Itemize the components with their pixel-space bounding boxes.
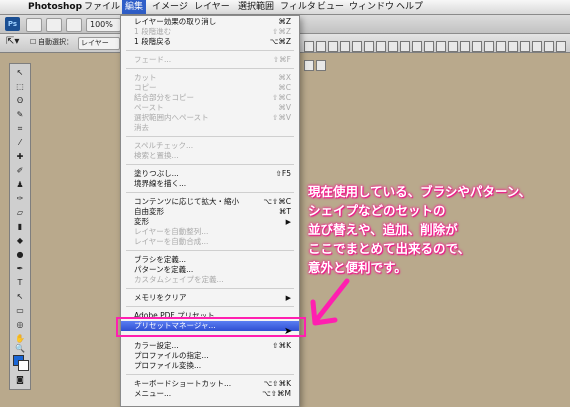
menu-item-auto-align[interactable]: レイヤーを自動整列...: [121, 227, 299, 237]
menu-select[interactable]: 選択範囲: [238, 0, 274, 14]
menu-separator: [126, 306, 294, 307]
menu-layer[interactable]: レイヤー: [194, 0, 230, 14]
quick-select-icon[interactable]: ✎: [13, 110, 27, 120]
menu-item-paste[interactable]: ペースト ⌘V: [121, 103, 299, 113]
submenu-arrow-icon: ▶: [285, 294, 291, 302]
hand-tool-icon[interactable]: [66, 18, 82, 32]
annotation-arrow-icon: [310, 278, 350, 326]
edit-menu-dropdown: レイヤー効果の取り消し ⌘Z 1 段階進む ⇧⌘Z 1 段階戻る ⌥⌘Z フェード..…: [120, 15, 300, 407]
menu-separator: [126, 68, 294, 69]
hand-tool-icon[interactable]: ✋: [13, 334, 27, 344]
toolbox: ↖ ⬚ ʘ ✎ ⌗ ⁄ ✚ ✐ ♟ ✑ ▱ ▮ ◆ ● ✒ T ↖ ▭ ◎ ✋ …: [9, 63, 31, 390]
callout-line: 現在使用している、ブラシやパターン、: [308, 184, 532, 199]
submenu-arrow-icon: ▶: [285, 218, 291, 226]
menu-file[interactable]: ファイル: [84, 0, 120, 14]
callout-line: ここでまとめて出来るので、: [308, 241, 471, 256]
zoom-select[interactable]: 100%: [86, 18, 121, 32]
app-menu[interactable]: Photoshop: [28, 0, 82, 14]
menu-separator: [126, 250, 294, 251]
menu-item-clear[interactable]: 消去: [121, 123, 299, 133]
menu-separator: [126, 288, 294, 289]
auto-select-checkbox[interactable]: ☐: [30, 37, 36, 48]
menu-item-define-custom-shape[interactable]: カスタムシェイプを定義...: [121, 275, 299, 285]
annotation-highlight-box: [116, 317, 306, 337]
crop-tool-icon[interactable]: ⌗: [13, 124, 27, 134]
quick-mask-icon[interactable]: ◙: [13, 375, 27, 385]
auto-select-dropdown[interactable]: レイヤー: [78, 37, 120, 50]
menu-separator: [126, 192, 294, 193]
menu-separator: [126, 164, 294, 165]
align-buttons[interactable]: [304, 37, 570, 75]
dodge-tool-icon[interactable]: ●: [13, 250, 27, 260]
menu-item-define-brush[interactable]: ブラシを定義...: [121, 255, 299, 265]
menu-edit[interactable]: 編集: [122, 0, 147, 14]
menu-item-content-aware-scale[interactable]: コンテンツに応じて拡大・縮小 ⌥⇧⌘C: [121, 197, 299, 207]
menu-item-define-pattern[interactable]: パターンを定義...: [121, 265, 299, 275]
menu-item-fade[interactable]: フェード... ⇧⌘F: [121, 55, 299, 65]
menu-item-free-transform[interactable]: 自由変形 ⌘T: [121, 207, 299, 217]
eyedropper-icon[interactable]: ⁄: [13, 138, 27, 148]
move-tool-icon[interactable]: ⇱▾: [6, 36, 19, 47]
callout-line: 並び替えや、追加、削除が: [308, 222, 458, 237]
menu-item-menus[interactable]: メニュー... ⌥⇧⌘M: [121, 389, 299, 399]
menu-item-color-settings[interactable]: カラー設定... ⇧⌘K: [121, 341, 299, 351]
bridge-icon[interactable]: [26, 18, 42, 32]
zoom-tool-icon[interactable]: 🔍: [13, 344, 27, 354]
callout-line: 意外と便利です。: [308, 260, 407, 275]
history-brush-icon[interactable]: ✑: [13, 194, 27, 204]
path-select-icon[interactable]: ↖: [13, 292, 27, 302]
callout-line: シェイプなどのセットの: [308, 203, 446, 218]
type-tool-icon[interactable]: T: [13, 278, 27, 288]
menu-item-find-replace[interactable]: 検索と置換...: [121, 151, 299, 161]
annotation-callout: 現在使用している、ブラシやパターン、 シェイプなどのセットの 並び替えや、追加、…: [308, 182, 568, 277]
menu-item-spell-check[interactable]: スペルチェック...: [121, 141, 299, 151]
menu-separator: [126, 136, 294, 137]
menu-item-fill[interactable]: 塗りつぶし... ⇧F5: [121, 169, 299, 179]
menu-item-step-forward[interactable]: 1 段階進む ⇧⌘Z: [121, 27, 299, 37]
menu-item-paste-into[interactable]: 選択範囲内へペースト ⇧⌘V: [121, 113, 299, 123]
menu-item-auto-blend[interactable]: レイヤーを自動合成...: [121, 237, 299, 247]
photoshop-logo: Ps: [5, 17, 20, 31]
marquee-tool-icon[interactable]: ⬚: [13, 82, 27, 92]
menu-separator: [126, 50, 294, 51]
menu-item-stroke[interactable]: 境界線を描く...: [121, 179, 299, 189]
background-color-swatch[interactable]: [18, 360, 29, 371]
lasso-tool-icon[interactable]: ʘ: [13, 96, 27, 106]
menu-item-copy[interactable]: コピー ⌘C: [121, 83, 299, 93]
menu-item-keyboard-shortcuts[interactable]: キーボードショートカット... ⌥⇧⌘K: [121, 379, 299, 389]
menu-separator: [126, 374, 294, 375]
menu-item-transform[interactable]: 変形 ▶: [121, 217, 299, 227]
menu-item-convert-profile[interactable]: プロファイル変換...: [121, 361, 299, 371]
move-tool-icon[interactable]: ↖: [13, 68, 27, 78]
minibridge-icon[interactable]: [46, 18, 62, 32]
menu-window[interactable]: ウィンドウ: [349, 0, 394, 14]
menu-item-copy-merged[interactable]: 結合部分をコピー ⇧⌘C: [121, 93, 299, 103]
healing-brush-icon[interactable]: ✚: [13, 152, 27, 162]
eraser-tool-icon[interactable]: ▱: [13, 208, 27, 218]
stamp-tool-icon[interactable]: ♟: [13, 180, 27, 190]
menu-image[interactable]: イメージ: [152, 0, 188, 14]
brush-tool-icon[interactable]: ✐: [13, 166, 27, 176]
menu-item-assign-profile[interactable]: プロファイルの指定...: [121, 351, 299, 361]
menu-item-step-backward[interactable]: 1 段階戻る ⌥⌘Z: [121, 37, 299, 47]
mouse-cursor-icon: ➤: [284, 326, 293, 337]
menu-filter[interactable]: フィルタ: [280, 0, 316, 14]
menu-help[interactable]: ヘルプ: [396, 0, 423, 14]
pen-tool-icon[interactable]: ✒: [13, 264, 27, 274]
shape-tool-icon[interactable]: ▭: [13, 306, 27, 316]
menu-bar: Photoshop ファイル 編集 イメージ レイヤー 選択範囲 フィルタ ビュ…: [0, 0, 570, 15]
blur-tool-icon[interactable]: ◆: [13, 236, 27, 246]
3d-tool-icon[interactable]: ◎: [13, 320, 27, 330]
menu-item-purge[interactable]: メモリをクリア ▶: [121, 293, 299, 303]
menu-item-cut[interactable]: カット ⌘X: [121, 73, 299, 83]
menu-item-undo[interactable]: レイヤー効果の取り消し ⌘Z: [121, 17, 299, 27]
gradient-tool-icon[interactable]: ▮: [13, 222, 27, 232]
auto-select-label: 自動選択：: [38, 38, 73, 46]
menu-view[interactable]: ビュー: [317, 0, 344, 14]
